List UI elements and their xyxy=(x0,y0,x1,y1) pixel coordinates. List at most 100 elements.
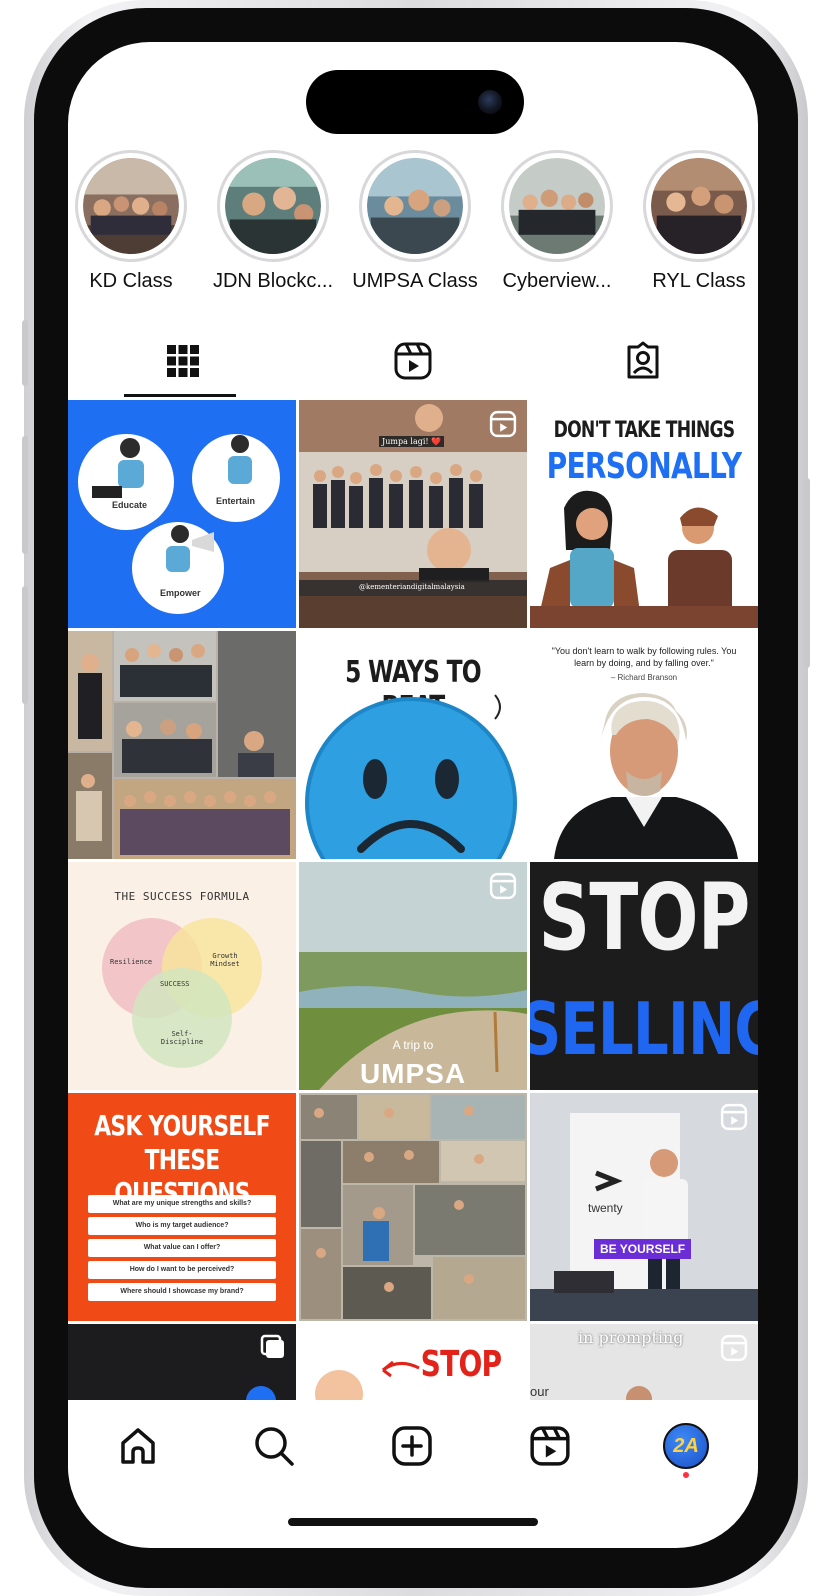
bottom-nav: 2A xyxy=(68,1400,758,1490)
question-row: Who is my target audience? xyxy=(88,1217,276,1235)
posts-grid: Educate Entertain Empower Jumpa lagi! ❤️… xyxy=(68,400,758,1405)
mute-switch xyxy=(22,320,28,386)
notification-dot xyxy=(683,1472,689,1478)
highlight-ring xyxy=(359,150,471,262)
question-row: Where should I showcase my brand? xyxy=(88,1283,276,1301)
venn-label-growth: Growth Mindset xyxy=(210,952,240,968)
post-tile[interactable]: STOP SELLING xyxy=(530,862,758,1090)
illustration-two-people xyxy=(530,490,758,628)
post-tile[interactable]: twenty BE YOURSELF xyxy=(530,1093,758,1321)
search-icon xyxy=(255,1427,294,1466)
post-tile[interactable]: THE SUCCESS FORMULA Resilience Growth Mi… xyxy=(68,862,296,1090)
poster-brand: twenty xyxy=(588,1201,623,1215)
caption-big: UMPSA xyxy=(359,1058,467,1089)
tagged-person-icon xyxy=(627,341,659,379)
poster-line1: ASK YOURSELF xyxy=(94,1109,270,1142)
active-tab-indicator xyxy=(124,394,236,397)
highlight-ring xyxy=(217,150,329,262)
highlight-umpsa-class[interactable]: UMPSA Class xyxy=(340,150,490,293)
front-camera-icon xyxy=(478,90,502,114)
highlight-cover-image xyxy=(651,158,747,254)
highlight-cover-image xyxy=(509,158,605,254)
highlight-label: Cyberview... xyxy=(502,270,612,292)
post-tile[interactable]: Educate Entertain Empower xyxy=(68,400,296,628)
post-tile[interactable]: in prompting our xyxy=(530,1324,758,1405)
tab-posts-grid[interactable] xyxy=(68,322,298,400)
highlight-label: UMPSA Class xyxy=(352,270,478,292)
grid-icon xyxy=(167,345,199,377)
poster-stop: STOP xyxy=(420,1344,502,1385)
venn-diagram xyxy=(102,918,262,1068)
caption-small: A trip to xyxy=(392,1038,434,1052)
question-row: What value can I offer? xyxy=(88,1239,276,1257)
reel-badge-icon xyxy=(489,872,517,900)
reels-icon xyxy=(530,1426,570,1466)
label-educate: Educate xyxy=(112,500,148,510)
carousel-icon xyxy=(260,1334,284,1358)
post-tile[interactable]: DON'T TAKE THINGS PERSONALLY xyxy=(530,400,758,628)
app-screen: KD Class JDN Blockc... UMPSA Class Cyber… xyxy=(68,42,758,1548)
post-tile[interactable]: STOP xyxy=(299,1324,527,1405)
post-tile[interactable]: 5 WAYS TO BEAT xyxy=(299,631,527,859)
post-tile[interactable]: A trip to UMPSA xyxy=(299,862,527,1090)
highlight-label: RYL Class xyxy=(652,270,746,292)
poster-selling: SELLING xyxy=(530,987,758,1071)
reel-badge-icon xyxy=(720,1103,748,1131)
photo-collage-image xyxy=(68,631,296,859)
venn-label-resilience: Resilience xyxy=(110,958,153,966)
poster-stop: STOP xyxy=(538,864,750,971)
nav-home[interactable] xyxy=(108,1416,168,1476)
nav-profile[interactable]: 2A xyxy=(656,1416,716,1478)
profile-tabs xyxy=(68,322,758,400)
post-tile[interactable] xyxy=(299,1093,527,1321)
portrait-photo-image xyxy=(554,693,738,859)
nav-search[interactable] xyxy=(244,1416,304,1476)
home-indicator[interactable] xyxy=(288,1518,538,1526)
power-button xyxy=(804,478,810,668)
highlight-label: KD Class xyxy=(89,270,173,292)
highlight-cover-image xyxy=(225,158,321,254)
nav-create[interactable] xyxy=(382,1416,442,1476)
volume-up-button xyxy=(22,436,28,554)
venn-label-self-discipline: Self-Discipline xyxy=(160,1030,204,1046)
create-plus-icon xyxy=(392,1426,432,1466)
highlight-cyberview[interactable]: Cyberview... xyxy=(482,150,632,293)
caption-top: in prompting xyxy=(578,1328,684,1347)
highlight-kd-class[interactable]: KD Class xyxy=(68,150,206,293)
highlight-label: JDN Blockc... xyxy=(212,270,334,292)
caption-bottom: @kementeriandigitalmalaysia xyxy=(359,583,465,591)
reel-badge-icon xyxy=(489,410,517,438)
post-tile[interactable]: Jumpa lagi! ❤️ @kementeriandigitalmalays… xyxy=(299,400,527,628)
label-empower: Empower xyxy=(160,588,201,598)
highlight-ring xyxy=(643,150,755,262)
post-tile[interactable]: "You don't learn to walk by following ru… xyxy=(530,631,758,859)
highlight-ryl-class[interactable]: RYL Class xyxy=(624,150,758,293)
volume-down-button xyxy=(22,586,28,704)
sad-face-icon xyxy=(305,694,517,859)
tab-tagged[interactable] xyxy=(528,322,758,400)
be-yourself-label: BE YOURSELF xyxy=(594,1239,692,1259)
question-row: What are my unique strengths and skills? xyxy=(88,1195,276,1213)
tab-reels[interactable] xyxy=(298,322,528,400)
dynamic-island xyxy=(306,70,524,134)
post-tile[interactable] xyxy=(68,1324,296,1405)
photo-collage-image xyxy=(299,1093,527,1321)
question-row: How do I want to be perceived? xyxy=(88,1261,276,1279)
highlight-ring xyxy=(501,150,613,262)
highlight-cover-image xyxy=(367,158,463,254)
story-highlights: KD Class JDN Blockc... UMPSA Class Cyber… xyxy=(68,150,758,310)
avatar-text: 2A xyxy=(673,1434,699,1457)
highlight-ring xyxy=(75,150,187,262)
post-tile[interactable] xyxy=(68,631,296,859)
post-tile[interactable]: ASK YOURSELF THESE QUESTIONS What are my… xyxy=(68,1093,296,1321)
reel-badge-icon xyxy=(720,1334,748,1362)
home-icon xyxy=(121,1428,155,1464)
profile-avatar-icon: 2A xyxy=(663,1423,709,1469)
caption-top: Jumpa lagi! ❤️ xyxy=(379,436,445,447)
venn-label-center: SUCCESS xyxy=(160,980,190,988)
nav-reels[interactable] xyxy=(520,1416,580,1476)
reels-icon xyxy=(394,342,432,380)
highlight-jdn-blockchain[interactable]: JDN Blockc... xyxy=(198,150,348,293)
caption-bottom: our xyxy=(530,1384,549,1399)
highlight-cover-image xyxy=(83,158,179,254)
